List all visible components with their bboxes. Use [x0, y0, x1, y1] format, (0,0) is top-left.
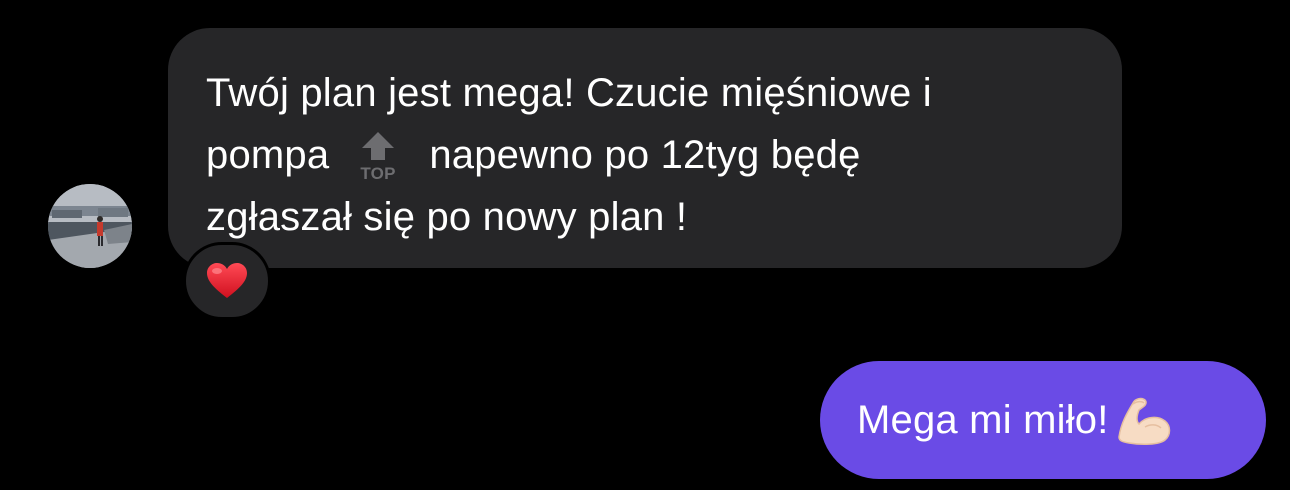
message-text: napewno po 12tyg będę — [429, 133, 861, 177]
outgoing-message-bubble[interactable]: Mega mi miło! — [820, 361, 1266, 479]
flexed-biceps-icon — [1115, 393, 1173, 447]
avatar-photo — [48, 184, 132, 268]
incoming-message-bubble[interactable]: Twój plan jest mega! Czucie mięśniowe i … — [168, 28, 1122, 268]
heart-reaction[interactable] — [183, 242, 271, 320]
message-line: Twój plan jest mega! Czucie mięśniowe i — [206, 71, 932, 115]
message-text: Mega mi miło! — [857, 397, 1109, 442]
top-emoji-label: TOP — [361, 164, 396, 182]
top-arrow-emoji-icon: TOP — [351, 130, 405, 183]
chat-thread: Twój plan jest mega! Czucie mięśniowe i … — [0, 0, 1290, 490]
avatar[interactable] — [48, 184, 132, 268]
heart-icon — [207, 263, 247, 298]
message-line: pompa TOP napewno po 12tyg będę — [206, 124, 1092, 186]
message-text: pompa — [206, 133, 330, 177]
message-line: zgłaszał się po nowy plan ! — [206, 195, 688, 239]
